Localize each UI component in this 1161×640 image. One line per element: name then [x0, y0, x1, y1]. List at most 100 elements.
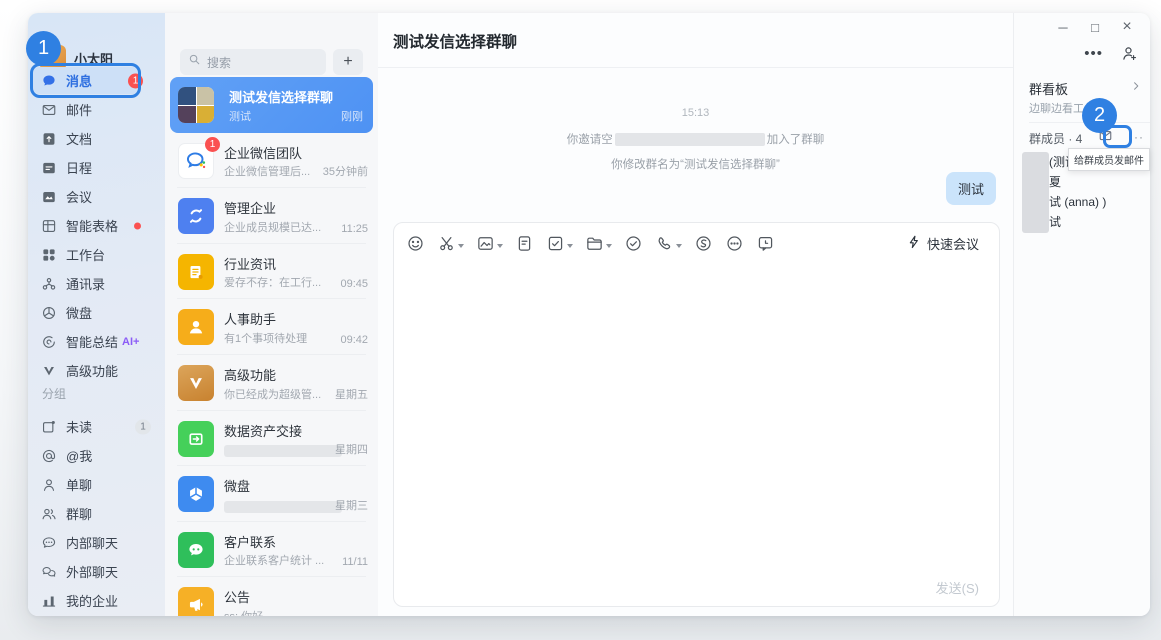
chat-title: 人事助手	[224, 309, 276, 328]
add-member-button[interactable]	[1119, 43, 1140, 64]
chat-time: 35分钟前	[323, 163, 368, 179]
chat-avatar-announcement	[178, 587, 214, 616]
sidebar-groups: 未读1@我单聊群聊内部聊天外部聊天我的企业	[28, 412, 165, 615]
chat-more-button[interactable]: •••	[1082, 47, 1105, 61]
screenshot-button[interactable]	[434, 231, 467, 259]
chat-history-button[interactable]	[753, 231, 778, 259]
chat-time: 刚刚	[341, 108, 363, 124]
folder-button[interactable]	[582, 231, 615, 259]
sidebar-item-单聊[interactable]: 单聊	[28, 470, 165, 499]
close-button[interactable]: ×	[1116, 17, 1138, 37]
sidebar-group-label: 分组	[42, 385, 66, 402]
sidebar-item-高级功能[interactable]: 高级功能	[28, 356, 165, 385]
chat-list-item[interactable]: 高级功能你已经成为超级管...星期五	[165, 355, 378, 411]
chat-list-item[interactable]: 管理企业企业成员规模已达...11:25	[165, 188, 378, 244]
member-row[interactable]: 试	[1049, 211, 1150, 231]
chat-list-item[interactable]: 1企业微信团队企业微信管理后...35分钟前	[165, 133, 378, 189]
composer-toolbar	[403, 231, 778, 259]
member-row[interactable]: 夏	[1049, 171, 1150, 191]
chat-list-item[interactable]: 公告ss: 你好	[165, 577, 378, 616]
maximize-button[interactable]: □	[1084, 17, 1106, 37]
member-name: 试	[1049, 213, 1061, 230]
summary-icon	[40, 333, 57, 350]
sidebar-item-群聊[interactable]: 群聊	[28, 499, 165, 528]
sidebar-item-智能总结[interactable]: 智能总结AI+	[28, 327, 165, 356]
duty-icon	[694, 234, 713, 256]
emoji-icon	[406, 234, 425, 256]
annotation-step-2: 2	[1082, 98, 1117, 133]
screenshot-icon	[437, 234, 456, 256]
ai-plus-label: AI+	[122, 336, 139, 348]
group-info-panel: 群看板 边聊边看工作 群成员 · 4 ··· (测试)夏试 (anna) )试 …	[1013, 13, 1150, 616]
sidebar-item-工作台[interactable]: 工作台	[28, 240, 165, 269]
sidebar-item-智能表格[interactable]: 智能表格	[28, 211, 165, 240]
sidebar-item-会议[interactable]: 会议	[28, 182, 165, 211]
contacts-icon	[40, 275, 57, 292]
chat-history-icon	[756, 234, 775, 256]
sidebar-item-我的企业[interactable]: 我的企业	[28, 586, 165, 615]
search-input[interactable]: 搜索	[180, 49, 326, 75]
sidebar-item-微盘[interactable]: 微盘	[28, 298, 165, 327]
task-button[interactable]	[543, 231, 576, 259]
chat-list-item[interactable]: 行业资讯爱存不存：在工行...09:45	[165, 244, 378, 300]
image-button[interactable]	[473, 231, 506, 259]
emoji-button[interactable]	[403, 231, 428, 259]
group-chat-icon	[40, 505, 57, 522]
chevron-right-icon[interactable]	[1130, 79, 1142, 97]
group-board-title[interactable]: 群看板	[1029, 79, 1068, 98]
chat-title: 微盘	[224, 476, 250, 495]
member-row[interactable]: 试 (anna) )	[1049, 191, 1150, 211]
add-chat-button[interactable]: +	[333, 49, 363, 75]
task-icon	[546, 234, 565, 256]
chat-title: 企业微信团队	[224, 143, 302, 162]
sidebar-item-通讯录[interactable]: 通讯录	[28, 269, 165, 298]
message-input[interactable]	[402, 263, 991, 572]
search-placeholder: 搜索	[207, 54, 231, 71]
sidebar-item-邮件[interactable]: 邮件	[28, 95, 165, 124]
chat-list-item[interactable]: 人事助手有1个事项待处理 09:42	[165, 299, 378, 355]
chat-avatar-industry-news	[178, 254, 214, 290]
chat-list-item[interactable]: 微盘星期三	[165, 466, 378, 522]
caret-down-icon	[458, 244, 464, 248]
caret-down-icon	[676, 244, 682, 248]
todo-button[interactable]	[621, 231, 646, 259]
chat-avatar-wedrive	[178, 476, 214, 512]
quick-meeting-button[interactable]: 快速会议	[900, 233, 985, 254]
more-apps-button[interactable]	[722, 231, 747, 259]
caret-down-icon	[497, 244, 503, 248]
chat-subtitle: 有1个事项待处理	[224, 330, 307, 346]
composer: 快速会议 发送(S)	[393, 222, 1000, 607]
send-button[interactable]: 发送(S)	[930, 577, 985, 598]
sidebar-item-外部聊天[interactable]: 外部聊天	[28, 557, 165, 586]
sidebar-item-未读[interactable]: 未读1	[28, 412, 165, 441]
chat-list-item[interactable]: 客户联系企业联系客户统计 ...11/11	[165, 522, 378, 578]
sidebar-item-日程[interactable]: 日程	[28, 153, 165, 182]
internal-chat-icon	[40, 534, 57, 551]
chat-subtitle: 企业微信管理后...	[224, 163, 310, 179]
outgoing-message-bubble[interactable]: 测试	[946, 172, 996, 205]
caret-down-icon	[567, 244, 573, 248]
single-chat-icon	[40, 476, 57, 493]
member-name: 夏	[1049, 173, 1061, 190]
chat-avatar-manage-enterprise	[178, 198, 214, 234]
sidebar-item-@我[interactable]: @我	[28, 441, 165, 470]
chat-list-item[interactable]: 数据资产交接星期四	[165, 411, 378, 467]
chat-time: 09:42	[340, 334, 368, 346]
chat-subtitle: 你已经成为超级管...	[224, 386, 321, 402]
chat-avatar-group-collage	[178, 87, 214, 123]
caret-down-icon	[606, 244, 612, 248]
chat-list-panel: 搜索 + 测试发信选择群聊测试刚刚1企业微信团队企业微信管理后...35分钟前管…	[165, 13, 378, 616]
sidebar-item-内部聊天[interactable]: 内部聊天	[28, 528, 165, 557]
workbench-icon	[40, 246, 57, 263]
duty-button[interactable]	[691, 231, 716, 259]
smart-table-icon	[40, 217, 57, 234]
advanced-icon	[40, 362, 57, 379]
call-button[interactable]	[652, 231, 685, 259]
call-icon	[655, 234, 674, 256]
notes-button[interactable]	[512, 231, 537, 259]
sidebar-item-文档[interactable]: 文档	[28, 124, 165, 153]
member-name: 试 (anna) )	[1049, 193, 1106, 210]
chat-list-item[interactable]: 测试发信选择群聊测试刚刚	[170, 77, 373, 133]
minimize-button[interactable]: ─	[1052, 17, 1074, 37]
notification-dot	[134, 222, 141, 229]
